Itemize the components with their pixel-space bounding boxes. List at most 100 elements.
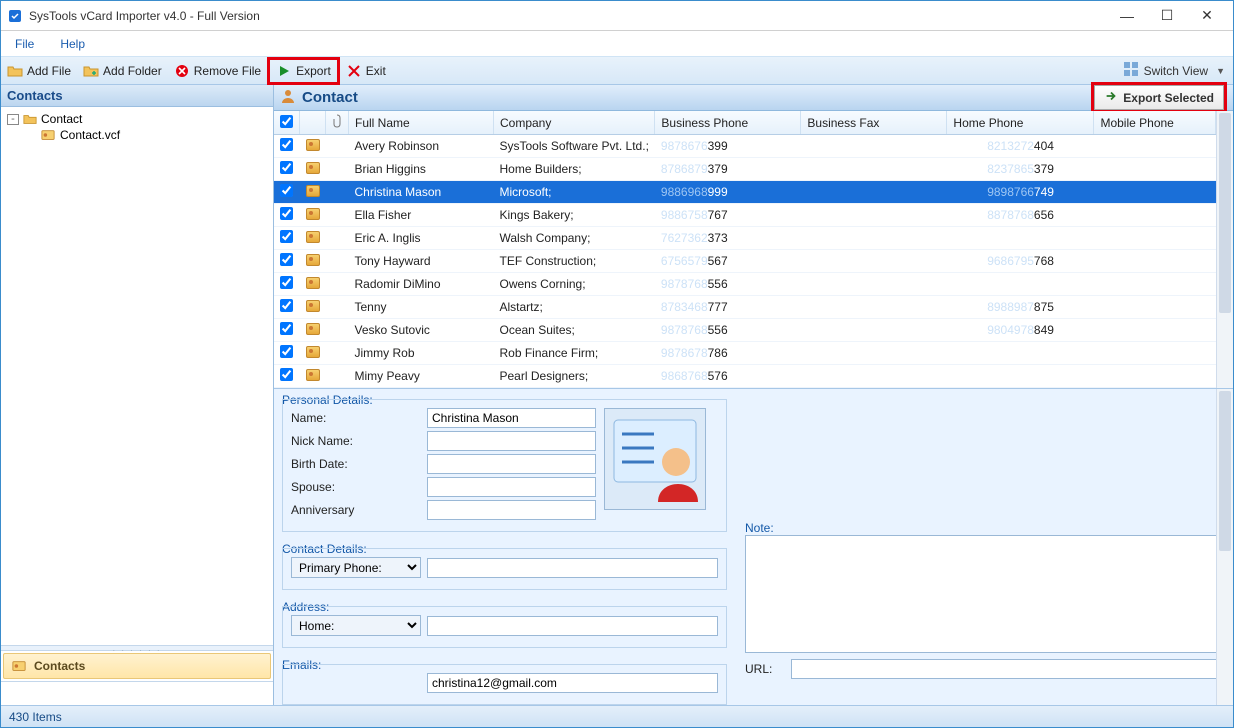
row-checkbox[interactable]: [280, 368, 293, 381]
table-row[interactable]: Avery RobinsonSysTools Software Pvt. Ltd…: [274, 135, 1216, 158]
export-highlight: Export: [267, 57, 340, 85]
row-checkbox[interactable]: [280, 276, 293, 289]
table-row[interactable]: Misha GoldGold Restaurant;9876569787: [274, 388, 1216, 389]
label-anniversary: Anniversary: [291, 503, 421, 517]
vcard-icon: [306, 346, 320, 358]
cell-company: Owens Corning;: [494, 273, 655, 296]
address-input[interactable]: [427, 616, 718, 636]
cell-bfax: [801, 204, 947, 227]
cell-hphone: [947, 342, 1094, 365]
cell-bfax: [801, 227, 947, 250]
table-row[interactable]: Tony HaywardTEF Construction;67565795679…: [274, 250, 1216, 273]
col-mobile-phone[interactable]: Mobile Phone: [1094, 111, 1216, 135]
table-row[interactable]: Ella FisherKings Bakery;9886758767887876…: [274, 204, 1216, 227]
label-spouse: Spouse:: [291, 480, 421, 494]
cell-name: Ella Fisher: [349, 204, 494, 227]
row-checkbox[interactable]: [280, 322, 293, 335]
row-checkbox[interactable]: [280, 253, 293, 266]
cell-hphone: 8878768656: [947, 204, 1094, 227]
col-home-phone[interactable]: Home Phone: [947, 111, 1094, 135]
chevron-down-icon: ▼: [1216, 66, 1225, 76]
cell-company: Kings Bakery;: [494, 204, 655, 227]
table-row[interactable]: Vesko SutovicOcean Suites;98787685569804…: [274, 319, 1216, 342]
table-row[interactable]: Eric A. InglisWalsh Company;7627362373: [274, 227, 1216, 250]
table-row[interactable]: Jimmy RobRob Finance Firm;9878678786: [274, 342, 1216, 365]
input-anniversary[interactable]: [427, 500, 596, 520]
input-spouse[interactable]: [427, 477, 596, 497]
cell-company: Pearl Designers;: [494, 365, 655, 388]
cell-bfax: [801, 273, 947, 296]
row-checkbox[interactable]: [280, 345, 293, 358]
vcard-icon: [306, 300, 320, 312]
label-nick: Nick Name:: [291, 434, 421, 448]
grid-scrollbar[interactable]: [1216, 111, 1233, 388]
folder-open-icon: [7, 63, 23, 79]
primary-phone-input[interactable]: [427, 558, 718, 578]
contacts-nav-button[interactable]: Contacts: [3, 653, 271, 679]
add-file-label: Add File: [27, 64, 71, 78]
cell-company: Gold Restaurant;: [494, 388, 655, 389]
input-name[interactable]: [427, 408, 596, 428]
collapse-icon[interactable]: -: [7, 114, 19, 125]
row-checkbox[interactable]: [280, 230, 293, 243]
add-file-button[interactable]: Add File: [1, 57, 77, 85]
cell-mphone: [1094, 204, 1216, 227]
col-company[interactable]: Company: [494, 111, 655, 135]
remove-file-button[interactable]: Remove File: [168, 57, 267, 85]
input-nick[interactable]: [427, 431, 596, 451]
col-business-phone[interactable]: Business Phone: [655, 111, 801, 135]
export-button[interactable]: Export: [270, 57, 337, 85]
address-type-select[interactable]: Home:: [291, 615, 421, 636]
table-row[interactable]: Brian HigginsHome Builders;8786879379823…: [274, 158, 1216, 181]
app-icon: [7, 8, 23, 24]
select-all-checkbox[interactable]: [280, 115, 293, 128]
close-button[interactable]: ✕: [1187, 2, 1227, 30]
label-birth: Birth Date:: [291, 457, 421, 471]
primary-phone-select[interactable]: Primary Phone:: [291, 557, 421, 578]
row-checkbox[interactable]: [280, 207, 293, 220]
switch-view-button[interactable]: Switch View ▼: [1115, 57, 1233, 85]
row-checkbox[interactable]: [280, 184, 293, 197]
table-row[interactable]: Radomir DiMinoOwens Corning;9878768556: [274, 273, 1216, 296]
cell-bfax: [801, 342, 947, 365]
row-checkbox[interactable]: [280, 161, 293, 174]
table-row[interactable]: Christina MasonMicrosoft;988696899998987…: [274, 181, 1216, 204]
tree-file[interactable]: Contact.vcf: [41, 127, 267, 143]
cell-name: Mimy Peavy: [349, 365, 494, 388]
cell-name: Jimmy Rob: [349, 342, 494, 365]
cell-mphone: [1094, 250, 1216, 273]
add-folder-button[interactable]: Add Folder: [77, 57, 168, 85]
vcard-icon: [306, 208, 320, 220]
cell-hphone: [947, 365, 1094, 388]
vcard-icon: [306, 139, 320, 151]
note-label: Note:: [741, 521, 1225, 535]
exit-button[interactable]: Exit: [340, 57, 392, 85]
row-checkbox[interactable]: [280, 299, 293, 312]
details-scrollbar[interactable]: [1216, 389, 1233, 705]
export-selected-button[interactable]: Export Selected: [1094, 85, 1224, 110]
maximize-button[interactable]: ☐: [1147, 2, 1187, 30]
row-checkbox[interactable]: [280, 138, 293, 151]
table-row[interactable]: Mimy PeavyPearl Designers;9868768576: [274, 365, 1216, 388]
table-row[interactable]: TennyAlstartz;87834687778988987875: [274, 296, 1216, 319]
contacts-grid[interactable]: Full Name Company Business Phone Busines…: [274, 111, 1216, 388]
input-birth[interactable]: [427, 454, 596, 474]
col-full-name[interactable]: Full Name: [349, 111, 494, 135]
cell-name: Christina Mason: [349, 181, 494, 204]
menu-file[interactable]: File: [11, 34, 38, 54]
left-header: Contacts: [1, 85, 273, 107]
url-input[interactable]: [791, 659, 1225, 679]
col-business-fax[interactable]: Business Fax: [801, 111, 947, 135]
col-checkbox[interactable]: [274, 111, 300, 135]
email-input[interactable]: [427, 673, 718, 693]
note-textarea[interactable]: [745, 535, 1225, 653]
cell-bphone: 9878768556: [655, 273, 801, 296]
vcard-file-icon: [41, 128, 55, 142]
vcard-icon: [306, 185, 320, 197]
tree-root[interactable]: - Contact: [7, 111, 267, 127]
tree[interactable]: - Contact Contact.vcf: [1, 107, 273, 645]
minimize-button[interactable]: —: [1107, 2, 1147, 30]
cell-bphone: 7627362373: [655, 227, 801, 250]
menu-help[interactable]: Help: [56, 34, 89, 54]
cell-bphone: 9886968999: [655, 181, 801, 204]
